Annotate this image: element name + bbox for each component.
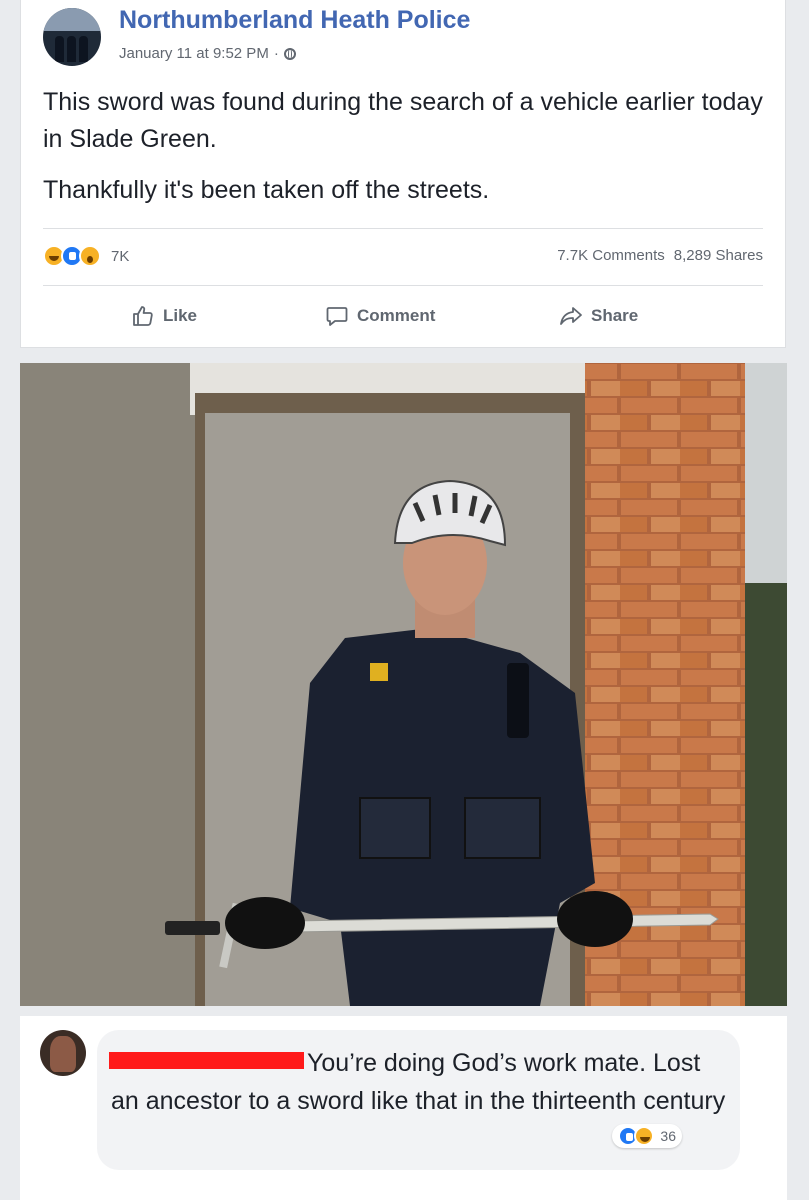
wow-reaction-icon — [79, 245, 101, 267]
comments-count-link[interactable]: 7.7K Comments — [557, 247, 665, 264]
post-meta: January 11 at 9:52 PM · — [119, 45, 296, 62]
post-timestamp[interactable]: January 11 at 9:52 PM — [119, 45, 269, 62]
comment-reaction-summary[interactable]: 36 — [612, 1124, 682, 1148]
comment-bubble-icon — [326, 307, 348, 326]
comment-reaction-count: 36 — [660, 1128, 676, 1144]
reaction-count: 7K — [111, 247, 130, 265]
officer-with-sword-image — [20, 363, 787, 1006]
page-avatar[interactable] — [43, 8, 101, 66]
thumbs-up-icon — [133, 306, 153, 326]
post-text-line: This sword was found during the search o… — [43, 88, 763, 153]
post-text-line: Thankfully it's been taken off the stree… — [43, 176, 490, 204]
share-arrow-icon — [560, 307, 582, 325]
share-label: Share — [591, 306, 639, 325]
post-photo[interactable] — [20, 363, 787, 1006]
comment-bubble: You’re doing God’s work mate. Lost an an… — [97, 1030, 740, 1170]
post-text: This sword was found during the search o… — [43, 84, 763, 223]
globe-icon — [283, 47, 296, 60]
comment-section: You’re doing God’s work mate. Lost an an… — [20, 1016, 787, 1200]
commenter-avatar[interactable] — [40, 1030, 86, 1076]
post-card: Northumberland Heath Police January 11 a… — [20, 0, 786, 348]
like-label: Like — [163, 306, 198, 325]
post-actions: Like Comment Share — [43, 286, 763, 346]
share-button[interactable]: Share — [559, 304, 638, 328]
post-stats-bar: 7K 7.7K Comments 8,289 Shares — [43, 228, 763, 286]
reaction-summary[interactable]: 7K — [43, 245, 129, 267]
comment-label: Comment — [357, 306, 436, 325]
like-button[interactable]: Like — [131, 304, 197, 328]
page-name-link[interactable]: Northumberland Heath Police — [119, 6, 470, 35]
shares-count-link[interactable]: 8,289 Shares — [674, 247, 763, 264]
comment-text: You’re doing God’s work mate. Lost an an… — [111, 1049, 726, 1115]
haha-reaction-icon — [634, 1126, 655, 1146]
comment-button[interactable]: Comment — [325, 304, 435, 328]
